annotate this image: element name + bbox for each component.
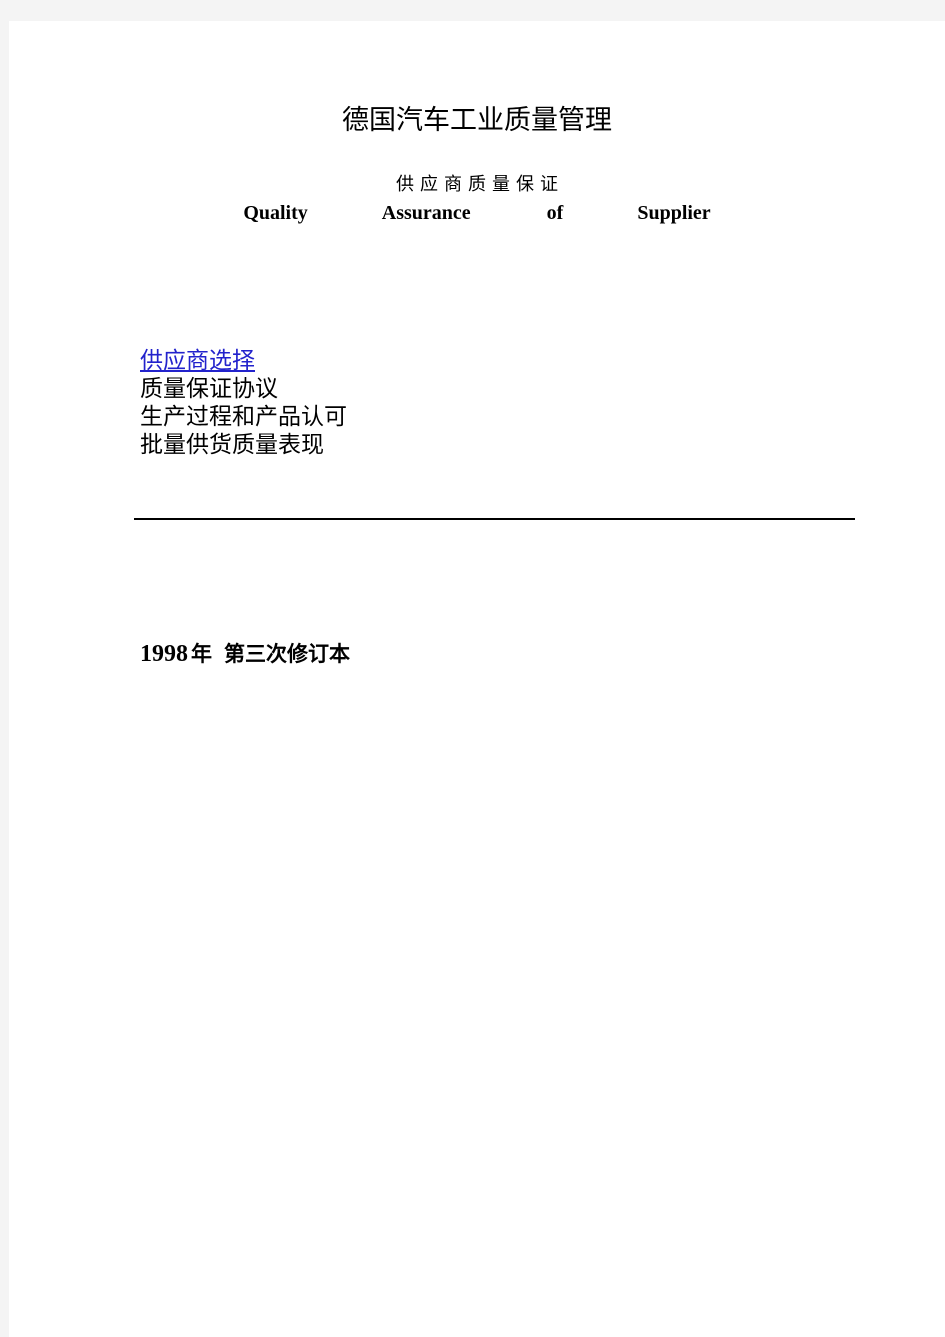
contents-item-label: 供应商选择 <box>140 348 255 373</box>
edition-year: 1998 <box>140 641 188 667</box>
contents-item-label: 生产过程和产品认可 <box>140 404 347 429</box>
contents-item-quality-agreement: 质量保证协议 <box>140 375 740 403</box>
subtitle-english-word-1: Quality <box>243 202 308 224</box>
subtitle-english-word-2: Assurance <box>381 202 471 224</box>
subtitle-english-word-4: Supplier <box>637 202 711 224</box>
contents-item-label: 批量供货质量表现 <box>140 432 324 457</box>
page-content: 德国汽车工业质量管理 供应商质量保证 Quality Assurance of Sup… <box>9 21 945 1337</box>
horizontal-rule <box>134 518 855 520</box>
subtitle-english-word-3: of <box>546 202 564 224</box>
page-title: 德国汽车工业质量管理 <box>342 105 612 135</box>
subtitle-chinese: 供应商质量保证 <box>396 174 564 194</box>
edition-revision: 第三次修订本 <box>224 642 350 666</box>
edition-year-unit: 年 <box>191 642 212 666</box>
contents-item-label: 质量保证协议 <box>140 376 278 401</box>
contents-list: 供应商选择 质量保证协议 生产过程和产品认可 批量供货质量表现 <box>140 347 740 459</box>
contents-item-series-supply-quality: 批量供货质量表现 <box>140 431 740 459</box>
subtitle-english: Quality Assurance of Supplier <box>9 200 945 227</box>
edition-line: 1998 年第三次修订本 <box>140 638 350 668</box>
contents-item-process-product-approval: 生产过程和产品认可 <box>140 403 740 431</box>
document-page: 德国汽车工业质量管理 供应商质量保证 Quality Assurance of Sup… <box>9 21 945 1337</box>
contents-link-supplier-selection[interactable]: 供应商选择 <box>140 347 740 375</box>
